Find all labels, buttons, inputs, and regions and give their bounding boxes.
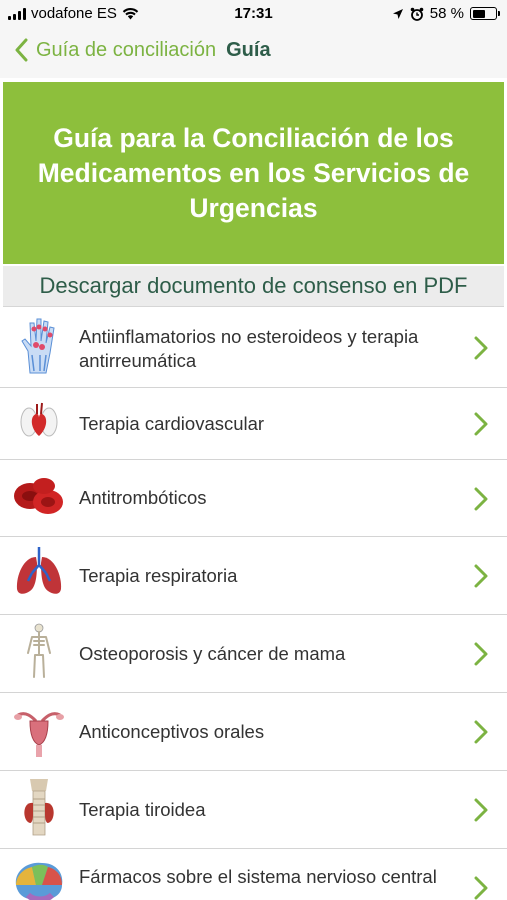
list-item-label: Terapia respiratoria <box>79 565 238 586</box>
back-label: Guía de conciliación <box>36 38 217 61</box>
list-item-label: Anticonceptivos orales <box>79 721 265 742</box>
list-item-label: Terapia cardiovascular <box>79 413 265 434</box>
red-blood-cells-icon <box>14 478 63 514</box>
status-bar: vodafone ES 17:31 58 % <box>0 0 507 28</box>
banner-title: Guía para la Conciliación de los Medicam… <box>37 122 470 223</box>
chevron-left-icon <box>15 38 28 62</box>
list-item-tiroidea[interactable]: Terapia tiroidea <box>0 771 507 849</box>
skeleton-icon <box>27 623 51 678</box>
chevron-right-icon <box>474 720 488 744</box>
list-item-label: Antitrombóticos <box>79 487 207 508</box>
lungs-icon <box>16 547 62 594</box>
chevron-right-icon <box>474 336 488 360</box>
page-title: Guía <box>226 38 271 61</box>
navigation-bar: Guía de conciliación Guía <box>0 28 507 78</box>
location-arrow-icon <box>392 8 403 19</box>
list-item-cardiovascular[interactable]: Terapia cardiovascular <box>0 388 507 460</box>
battery-icon <box>470 7 500 20</box>
chevron-right-icon <box>474 564 488 588</box>
list-item-label: Terapia tiroidea <box>79 799 206 820</box>
list-item-anticonceptivos[interactable]: Anticonceptivos orales <box>0 693 507 771</box>
list-item-antitromboticos[interactable]: Antitrombóticos <box>0 460 507 537</box>
list-item-antiinflamatorios[interactable]: Antiinflamatorios no esteroideos y terap… <box>0 309 507 388</box>
list-item-label: Osteoporosis y cáncer de mama <box>79 643 346 664</box>
list-item-sistema-nervioso[interactable]: Fármacos sobre el sistema nervioso centr… <box>0 849 507 900</box>
list-item-osteoporosis[interactable]: Osteoporosis y cáncer de mama <box>0 615 507 693</box>
chevron-right-icon <box>474 876 488 900</box>
battery-level <box>472 9 486 18</box>
download-pdf-link[interactable]: Descargar documento de consenso en PDF <box>3 266 504 307</box>
list-item-respiratoria[interactable]: Terapia respiratoria <box>0 537 507 615</box>
heart-icon <box>20 402 58 437</box>
chevron-right-icon <box>474 642 488 666</box>
alarm-clock-icon <box>410 7 424 21</box>
battery-percent: 58 % <box>429 5 464 22</box>
brain-icon <box>15 862 63 900</box>
list-item-label: Fármacos sobre el sistema nervioso centr… <box>79 866 437 887</box>
thyroid-icon <box>24 779 54 836</box>
uterus-icon <box>14 712 64 757</box>
guide-banner: Guía para la Conciliación de los Medicam… <box>3 82 504 264</box>
back-button[interactable]: Guía de conciliación Guía <box>14 38 271 62</box>
status-right: 58 % <box>392 5 500 22</box>
chevron-right-icon <box>474 798 488 822</box>
hand-joints-icon <box>21 318 55 374</box>
chevron-right-icon <box>474 487 488 511</box>
download-pdf-label: Descargar documento de consenso en PDF <box>39 273 468 298</box>
chevron-right-icon <box>474 412 488 436</box>
list-item-label: Antiinflamatorios no esteroideos y terap… <box>79 326 419 371</box>
